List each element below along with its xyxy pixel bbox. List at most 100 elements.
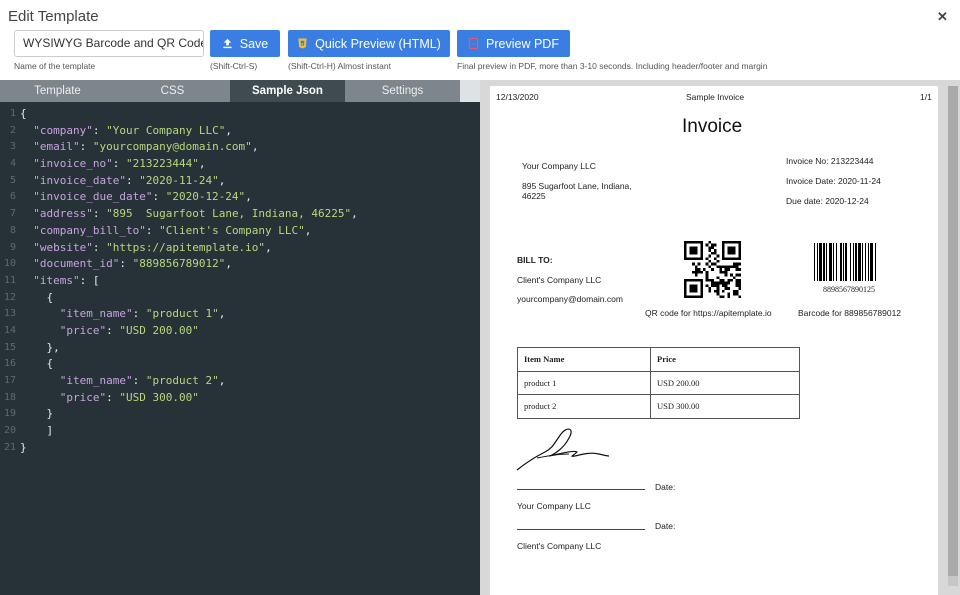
code-lines[interactable]: 1{2 "company": "Your Company LLC", 3 "ema… — [0, 106, 480, 456]
signature-image — [516, 428, 610, 471]
bill-to-label: BILL TO: — [517, 255, 553, 265]
code-text: "email": "yourcompany@domain.com", — [20, 140, 259, 154]
signature-line-2 — [517, 529, 645, 530]
code-line[interactable]: 7 "address": "895 Sugarfoot Lane, Indian… — [0, 206, 480, 223]
invoice-title: Invoice — [682, 116, 743, 137]
cell-price: USD 300.00 — [650, 394, 800, 419]
qr-code — [684, 241, 741, 298]
save-button[interactable]: Save — [210, 30, 280, 57]
tab-css[interactable]: CSS — [115, 80, 230, 102]
code-line[interactable]: 5 "invoice_date": "2020-11-24", — [0, 173, 480, 190]
html5-icon — [298, 38, 307, 49]
code-text: "company": "Your Company LLC", — [20, 123, 232, 137]
code-text: "invoice_date": "2020-11-24", — [20, 173, 226, 187]
code-text: } — [20, 440, 27, 454]
code-line[interactable]: 16 { — [0, 356, 480, 373]
pdf-icon — [468, 38, 479, 49]
tab-sample-json[interactable]: Sample Json — [230, 80, 345, 102]
code-text: "price": "USD 300.00" — [20, 390, 199, 404]
upload-icon — [223, 38, 232, 49]
code-line[interactable]: 13 "item_name": "product 1", — [0, 306, 480, 323]
save-hint: (Shift-Ctrl-S) — [210, 61, 258, 71]
tab-template[interactable]: Template — [0, 80, 115, 102]
line-number: 3 — [9, 141, 16, 153]
code-text: "invoice_no": "213223444", — [20, 157, 206, 171]
table-header-row: Item Name Price — [517, 347, 800, 372]
page-header-title: Sample Invoice — [686, 92, 745, 102]
code-line[interactable]: 14 "price": "USD 200.00" — [0, 323, 480, 340]
code-text: "items": [ — [20, 273, 100, 287]
code-text: ] — [20, 424, 54, 438]
dialog-title: Edit Template — [8, 8, 99, 25]
code-line[interactable]: 15 }, — [0, 340, 480, 357]
line-number: 14 — [3, 324, 16, 336]
code-text: } — [20, 407, 54, 421]
code-text: "address": "895 Sugarfoot Lane, Indiana,… — [20, 207, 358, 221]
barcode — [814, 243, 876, 281]
signature-line-1 — [517, 489, 645, 490]
address-line-1: 895 Sugarfoot Lane, Indiana, — [522, 181, 632, 191]
invoice-date: Invoice Date: 2020-11-24 — [786, 176, 881, 186]
code-text: { — [20, 357, 54, 371]
template-name-input[interactable]: WYSIWYG Barcode and QR Code Sa — [14, 30, 204, 57]
tab-settings[interactable]: Settings — [345, 80, 460, 102]
template-name-hint: Name of the template — [14, 61, 96, 71]
preview-pdf-hint: Final preview in PDF, more than 3-10 sec… — [457, 61, 768, 71]
code-line[interactable]: 19 } — [0, 406, 480, 423]
code-line[interactable]: 3 "email": "yourcompany@domain.com", — [0, 139, 480, 156]
code-text: { — [20, 107, 27, 120]
page-header-date: 12/13/2020 — [496, 92, 539, 102]
line-number: 5 — [9, 174, 16, 186]
bill-to-email: yourcompany@domain.com — [517, 294, 623, 304]
code-line[interactable]: 12 { — [0, 290, 480, 307]
line-number: 16 — [3, 358, 16, 370]
line-number: 12 — [3, 291, 16, 303]
column-header-price: Price — [650, 347, 800, 372]
code-line[interactable]: 6 "invoice_due_date": "2020-12-24", — [0, 189, 480, 206]
line-number: 9 — [9, 241, 16, 253]
code-text: "company_bill_to": "Client's Company LLC… — [20, 223, 312, 237]
line-number: 10 — [3, 258, 16, 270]
close-icon[interactable]: ✕ — [937, 9, 948, 25]
line-number: 20 — [3, 425, 16, 437]
code-line[interactable]: 11 "items": [ — [0, 273, 480, 290]
code-line[interactable]: 17 "item_name": "product 2", — [0, 373, 480, 390]
editor-tabs: Template CSS Sample Json Settings — [0, 80, 480, 102]
line-number: 17 — [3, 375, 16, 386]
line-number: 1 — [9, 108, 16, 119]
column-header-item-name: Item Name — [517, 347, 651, 372]
items-table: Item Name Price product 1 USD 200.00 pro… — [517, 347, 800, 419]
quick-preview-button[interactable]: Quick Preview (HTML) — [288, 30, 450, 57]
address-line-2: 46225 — [522, 191, 546, 201]
cell-price: USD 200.00 — [650, 370, 800, 395]
quick-preview-hint: (Shift-Ctrl-H) Almost instant — [288, 61, 391, 71]
code-line[interactable]: 20 ] — [0, 423, 480, 440]
code-text: "invoice_due_date": "2020-12-24", — [20, 190, 252, 204]
preview-scrollbar-thumb[interactable] — [948, 86, 958, 576]
code-text: "document_id": "889856789012", — [20, 257, 232, 271]
line-number: 18 — [3, 391, 16, 403]
line-number: 11 — [3, 274, 16, 286]
code-line[interactable]: 21} — [0, 440, 480, 457]
code-text: "item_name": "product 2", — [20, 374, 226, 387]
date-label-1: Date: — [655, 482, 676, 492]
tabs-filler — [460, 80, 480, 102]
code-text: "item_name": "product 1", — [20, 307, 226, 321]
preview-pdf-button[interactable]: Preview PDF — [457, 30, 570, 57]
table-row: product 2 USD 300.00 — [517, 394, 800, 419]
table-row: product 1 USD 200.00 — [517, 370, 800, 395]
save-button-label: Save — [239, 36, 269, 51]
line-number: 7 — [9, 208, 16, 220]
code-line[interactable]: 4 "invoice_no": "213223444", — [0, 156, 480, 173]
code-text: "website": "https://apitemplate.io", — [20, 240, 272, 254]
code-line[interactable]: 8 "company_bill_to": "Client's Company L… — [0, 223, 480, 240]
code-line[interactable]: 18 "price": "USD 300.00" — [0, 390, 480, 407]
line-number: 8 — [9, 224, 16, 236]
preview-pdf-button-label: Preview PDF — [486, 36, 559, 51]
code-line[interactable]: 9 "website": "https://apitemplate.io", — [0, 240, 480, 257]
line-number: 19 — [3, 408, 16, 420]
line-number: 13 — [3, 308, 16, 320]
code-line[interactable]: 1{ — [0, 106, 480, 123]
code-line[interactable]: 10 "document_id": "889856789012", — [0, 256, 480, 273]
code-line[interactable]: 2 "company": "Your Company LLC", — [0, 123, 480, 140]
